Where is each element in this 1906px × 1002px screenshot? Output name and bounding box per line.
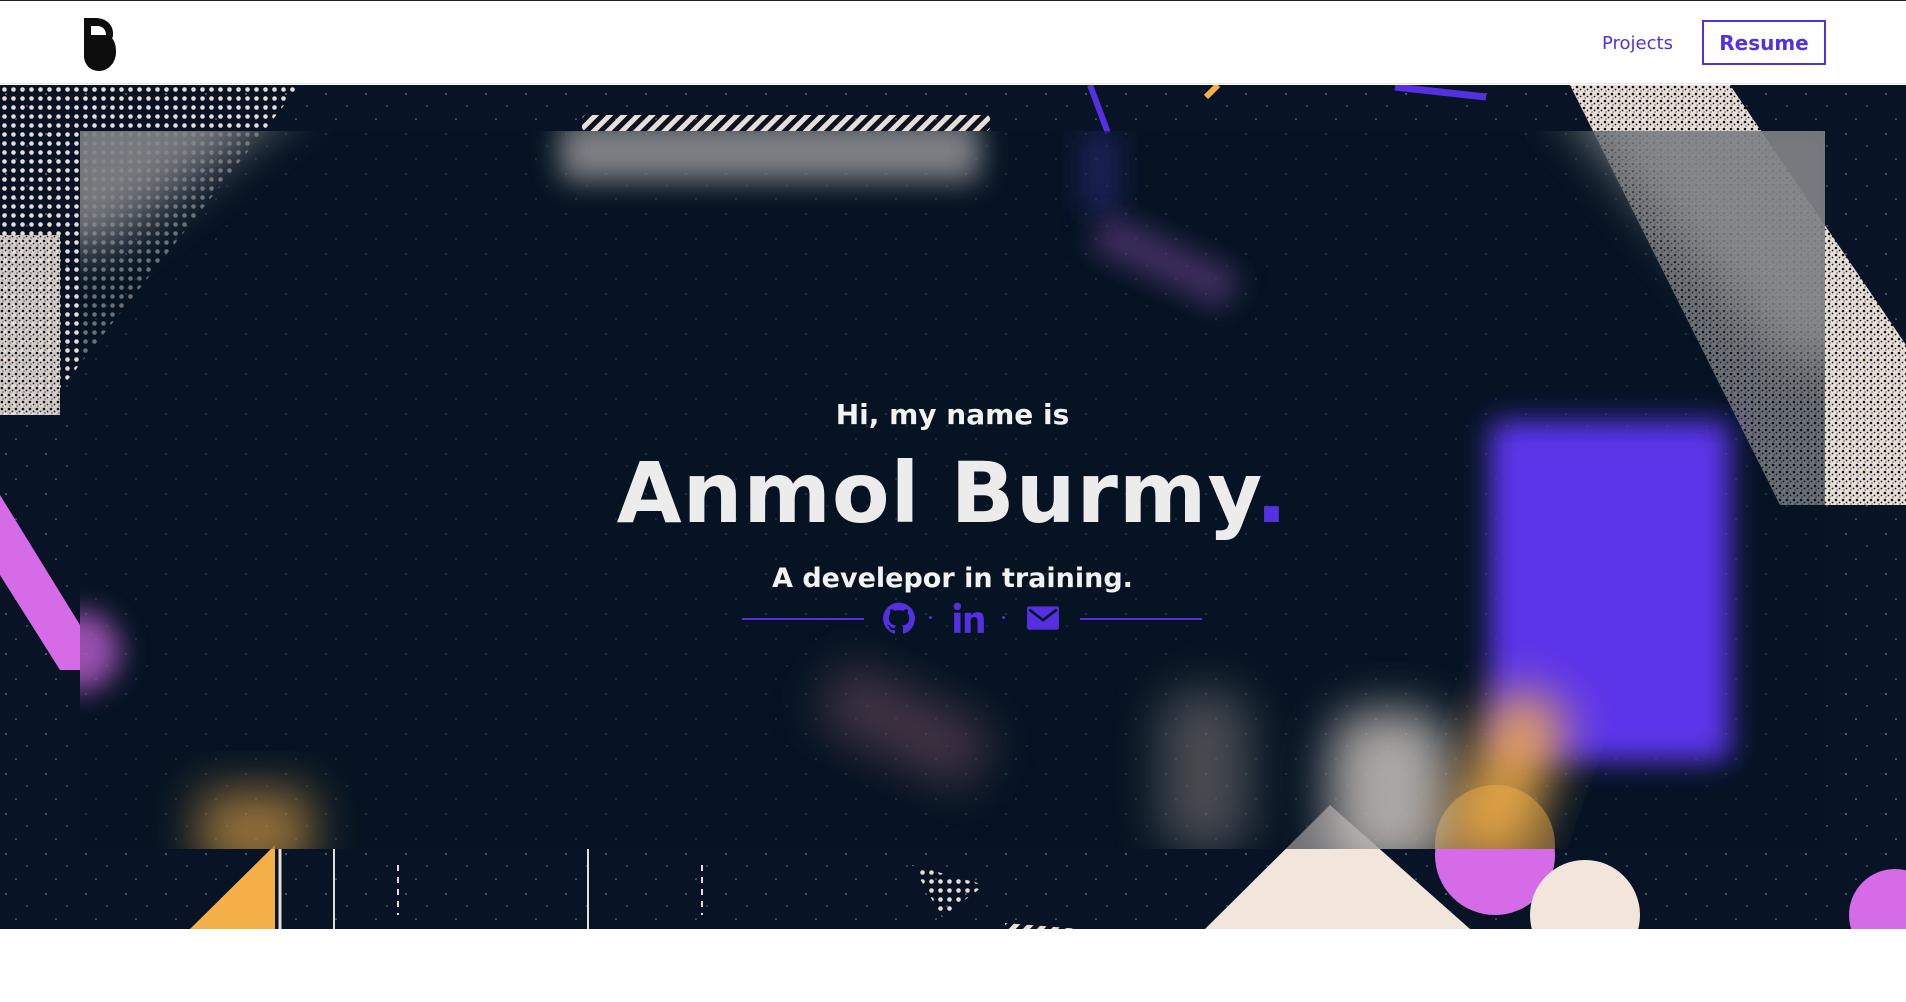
b-monogram-icon[interactable]	[82, 16, 116, 72]
divider-line-left	[742, 618, 864, 620]
social-links	[742, 589, 1203, 649]
email-icon[interactable]	[1026, 601, 1060, 635]
divider-line-right	[1080, 618, 1202, 620]
separator-dot	[929, 616, 932, 619]
nav-link-projects[interactable]: Projects	[1602, 30, 1673, 58]
separator-dot	[1002, 616, 1005, 619]
resume-button[interactable]: Resume	[1702, 20, 1826, 65]
hero-section: Hi, my name is Anmol Burmy. A develepor …	[0, 85, 1906, 929]
greeting-text: Hi, my name is	[835, 398, 1070, 431]
hero-name: Anmol Burmy.	[80, 443, 1825, 543]
hero-name-text: Anmol Burmy	[616, 444, 1256, 542]
top-navigation-bar: Projects Resume	[0, 0, 1906, 84]
linkedin-icon[interactable]	[952, 601, 986, 635]
github-icon[interactable]	[882, 601, 916, 635]
page-below-hero	[0, 929, 1906, 1002]
hero-content: Hi, my name is Anmol Burmy. A develepor …	[80, 131, 1825, 849]
hero-name-dot: .	[1255, 444, 1289, 542]
